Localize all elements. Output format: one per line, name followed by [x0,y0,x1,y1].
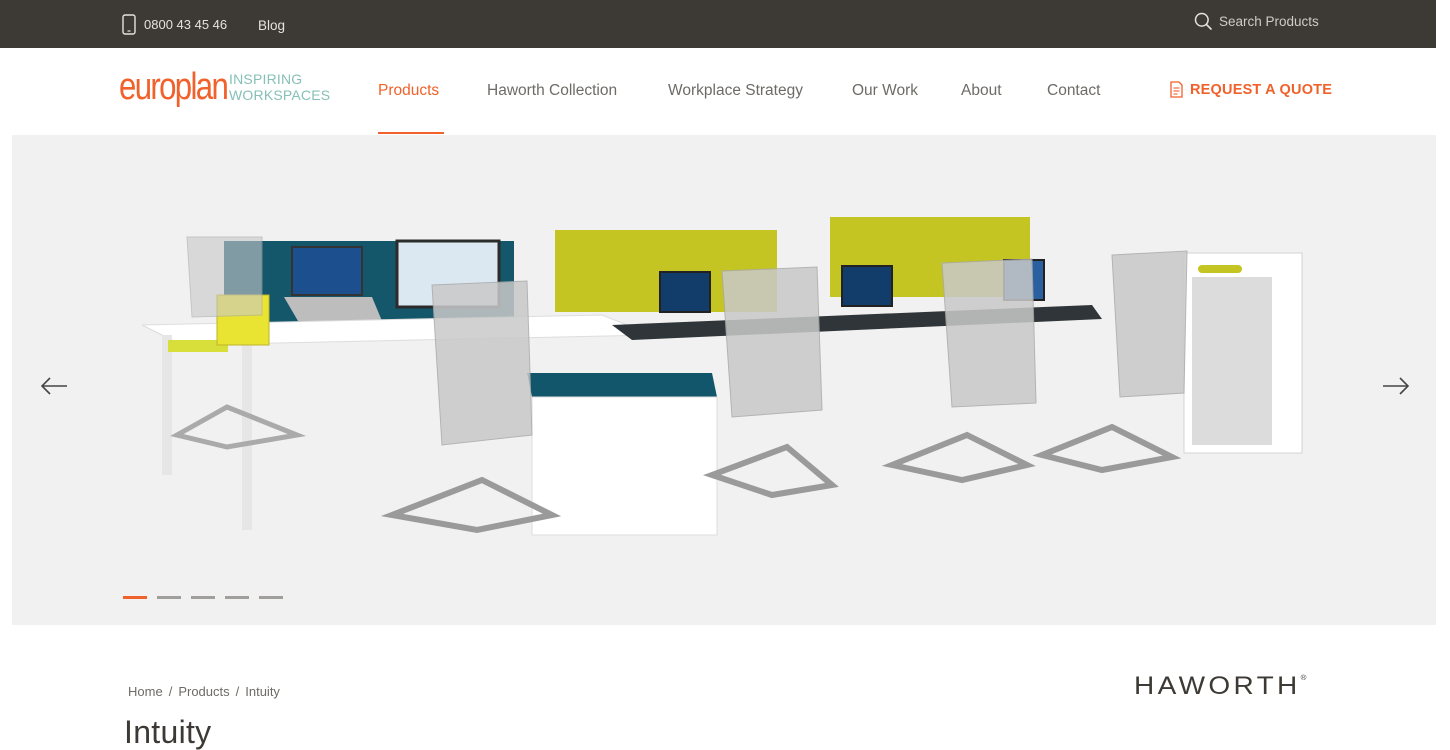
slider-prev-button[interactable] [37,372,71,400]
phone-link[interactable]: 0800 43 45 46 [122,14,227,35]
chair-base-4 [1032,423,1182,474]
top-utility-bar: 0800 43 45 46 Blog [0,0,1436,48]
nav-workplace-strategy[interactable]: Workplace Strategy [668,82,803,100]
main-header: europlan INSPIRING WORKSPACES Products H… [0,48,1436,135]
chair-base-3 [881,431,1036,484]
laptop-base-1 [284,297,382,321]
slide-dot-4[interactable] [225,596,249,599]
breadcrumb: Home / Products / Intuity [128,684,280,699]
nav-haworth-collection[interactable]: Haworth Collection [487,82,617,100]
slide-dot-3[interactable] [191,596,215,599]
laptop-screen-1 [291,246,363,296]
chair-back-3 [941,258,1037,408]
hero-slider [12,135,1438,625]
mobile-phone-icon [122,14,136,35]
page-edge [1436,0,1450,750]
slider-next-button[interactable] [1379,372,1413,400]
request-quote-label: REQUEST A QUOTE [1190,81,1333,98]
laptop-screen-2 [659,271,711,313]
nav-products[interactable]: Products [378,82,439,100]
laptop-screen-3 [841,265,893,307]
storage-pedestal [531,396,718,536]
chair-base-2 [702,443,839,499]
desk-leg [242,340,252,530]
teal-cushion [527,373,717,397]
chair-back-1 [431,280,533,446]
slider-pagination [123,596,283,599]
haworth-brand-logo: HAWORTH® [1134,672,1306,701]
chair-back-5 [186,236,263,318]
slide-dot-2[interactable] [157,596,181,599]
nav-about[interactable]: About [961,82,1002,100]
chair-back-2 [721,266,823,418]
search-box [1194,12,1321,31]
chair-base-5 [170,404,307,450]
phone-number: 0800 43 45 46 [144,17,228,32]
logo-tagline-line1: INSPIRING [229,71,303,87]
blog-link[interactable]: Blog [258,18,285,33]
breadcrumb-separator: / [168,684,173,699]
slide-dot-5[interactable] [259,596,283,599]
europlan-logo[interactable]: europlan INSPIRING WORKSPACES [119,68,330,106]
page-title: Intuity [124,714,212,750]
request-quote-button[interactable]: REQUEST A QUOTE [1170,81,1332,98]
arrow-left-icon [40,377,67,395]
document-icon [1170,81,1183,98]
active-nav-indicator [378,132,444,134]
slide-dot-1[interactable] [123,596,147,599]
logo-tagline: INSPIRING WORKSPACES [229,71,330,103]
tambour-door [1192,277,1272,445]
breadcrumb-current: Intuity [245,684,280,699]
logo-wordmark: europlan [119,66,229,108]
search-icon[interactable] [1194,12,1213,31]
arrow-right-icon [1383,377,1410,395]
search-input[interactable] [1219,14,1321,29]
brand-name: HAWORTH [1134,672,1301,700]
chair-back-4 [1111,250,1188,398]
nav-contact[interactable]: Contact [1047,82,1100,100]
desk-leg [162,335,172,475]
hero-product-image [141,217,1303,536]
nav-our-work[interactable]: Our Work [852,82,918,100]
breadcrumb-products[interactable]: Products [178,684,229,699]
breadcrumb-separator: / [235,684,240,699]
chair-base-1 [380,476,562,534]
logo-tagline-line2: WORKSPACES [229,87,331,103]
breadcrumb-home[interactable]: Home [128,684,163,699]
cabinet-handle [1198,265,1242,273]
registered-mark: ® [1300,675,1307,682]
